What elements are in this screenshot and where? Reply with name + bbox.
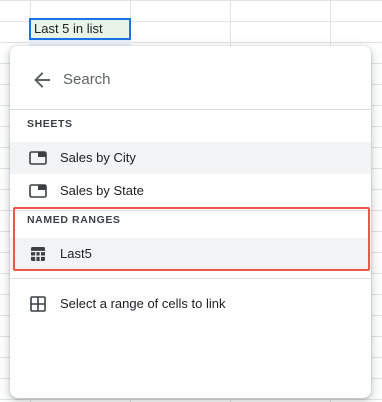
search-row: Search bbox=[10, 46, 371, 114]
sheet-item-label: Sales by City bbox=[60, 150, 136, 165]
divider bbox=[10, 278, 371, 279]
sheet-item-label: Sales by State bbox=[60, 183, 144, 198]
sheet-item-sales-by-city[interactable]: Sales by City bbox=[10, 142, 371, 174]
linked-cell[interactable]: Last 5 in list bbox=[29, 18, 131, 40]
grid-icon bbox=[29, 296, 47, 312]
section-title-sheets: SHEETS bbox=[27, 118, 73, 130]
back-arrow-icon[interactable] bbox=[32, 70, 52, 90]
highlight-box bbox=[13, 207, 370, 271]
divider bbox=[10, 109, 371, 110]
sheet-item-sales-by-state[interactable]: Sales by State bbox=[10, 175, 371, 207]
sheet-tab-icon bbox=[29, 150, 47, 166]
select-range-item[interactable]: Select a range of cells to link bbox=[10, 288, 371, 320]
search-input[interactable]: Search bbox=[63, 71, 111, 88]
select-range-label: Select a range of cells to link bbox=[60, 296, 226, 311]
sheet-tab-icon bbox=[29, 183, 47, 199]
